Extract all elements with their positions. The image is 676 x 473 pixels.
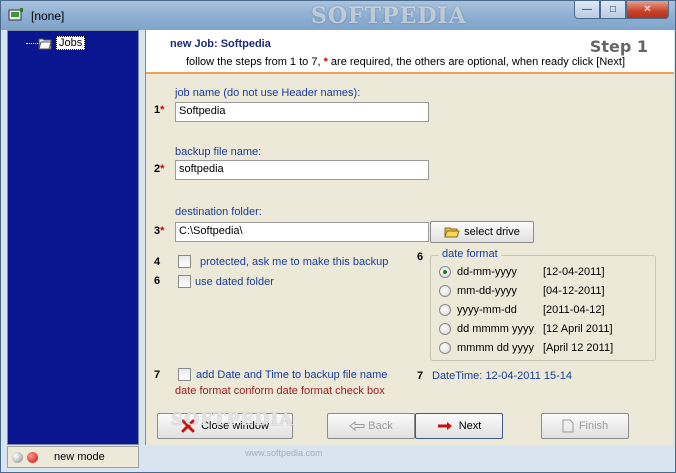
folder-icon [38, 38, 52, 49]
tree-connector [26, 43, 38, 44]
close-window-x-button[interactable]: ✕ [626, 1, 669, 19]
radio-button[interactable] [439, 304, 451, 316]
select-drive-button[interactable]: select drive [430, 221, 534, 243]
format-name: mmmm dd yyyy [457, 342, 534, 354]
step-number-3: 3* [154, 225, 164, 237]
next-button[interactable]: Next [415, 413, 503, 439]
format-example: [April 12 2011] [543, 342, 614, 354]
format-name: dd-mm-yyyy [457, 266, 517, 278]
date-format-option[interactable]: dd-mm-yyyy [12-04-2011] [439, 266, 605, 278]
format-name: yyyy-mm-dd [457, 304, 517, 316]
minimize-button[interactable]: — [574, 1, 600, 19]
close-window-button[interactable]: Close window [157, 413, 293, 439]
add-datetime-checkbox[interactable] [178, 368, 191, 381]
step-number-7: 7 [154, 369, 161, 381]
select-drive-label: select drive [464, 226, 520, 238]
back-button[interactable]: Back [327, 413, 415, 439]
step-number-4: 4 [154, 256, 161, 268]
caption-buttons: — □ ✕ [574, 1, 669, 19]
protected-checkbox[interactable] [178, 255, 191, 268]
date-format-group: date format dd-mm-yyyy [12-04-2011] mm-d… [430, 248, 656, 361]
instructions-post: are required, the others are optional, w… [330, 56, 626, 68]
application-window: [none] SOFTPEDIA — □ ✕ Jobs new Job: Sof… [0, 0, 676, 473]
destination-folder-input[interactable]: C:\Softpedia\ [175, 222, 429, 242]
maximize-button[interactable]: □ [600, 1, 626, 19]
date-format-option[interactable]: mm-dd-yyyy [04-12-2011] [439, 285, 605, 297]
instructions: follow the steps from 1 to 7, * are requ… [186, 56, 625, 68]
step-indicator: Step 1 [589, 37, 648, 56]
open-folder-icon [444, 227, 460, 237]
status-grey-icon [12, 451, 23, 463]
mode-status: new mode [54, 451, 105, 463]
step-number-7-datetime: 7 [417, 370, 424, 382]
job-name-input[interactable]: Softpedia [175, 102, 429, 122]
wizard-header: new Job: Softpedia follow the steps from… [146, 30, 674, 74]
add-datetime-label: add Date and Time to backup file name [196, 369, 388, 381]
date-format-option[interactable]: dd mmmm yyyy [12 April 2011] [439, 323, 613, 335]
title-bar[interactable]: [none] SOFTPEDIA — □ ✕ [1, 1, 675, 30]
back-label: Back [368, 420, 393, 432]
radio-button[interactable] [439, 323, 451, 335]
jobs-tree[interactable]: Jobs [7, 30, 139, 445]
protected-label: protected, ask me to make this backup [200, 256, 389, 268]
arrow-right-icon [437, 422, 452, 430]
radio-button[interactable] [439, 342, 451, 354]
status-bar: new mode [7, 446, 139, 468]
arrow-left-icon [349, 421, 365, 431]
step-number-1: 1* [154, 104, 164, 116]
format-example: [12-04-2011] [543, 266, 605, 278]
date-format-title: date format [439, 248, 501, 260]
backup-file-label: backup file name: [175, 146, 262, 158]
close-icon [181, 419, 195, 433]
date-format-option[interactable]: yyyy-mm-dd [2011-04-12] [439, 304, 605, 316]
next-label: Next [458, 420, 482, 432]
radio-button[interactable] [439, 285, 451, 297]
required-star: * [160, 225, 165, 237]
finish-label: Finish [578, 420, 609, 432]
radio-button-selected[interactable] [439, 266, 451, 278]
format-name: dd mmmm yyyy [457, 323, 534, 335]
watermark: SOFTPEDIA [311, 3, 467, 29]
finish-button[interactable]: Finish [541, 413, 629, 439]
tree-item-label: Jobs [56, 36, 86, 50]
dated-folder-checkbox[interactable] [178, 275, 191, 288]
close-window-label: Close window [201, 420, 269, 432]
required-star: * [160, 104, 165, 116]
step-number-6: 6 [154, 275, 161, 287]
format-example: [2011-04-12] [543, 304, 605, 316]
window-title: [none] [31, 9, 65, 23]
status-red-icon [27, 451, 38, 463]
format-example: [12 April 2011] [543, 323, 613, 335]
watermark-url: www.softpedia.com [245, 448, 323, 458]
required-star: * [323, 56, 328, 68]
tree-background: Jobs [8, 31, 138, 444]
instructions-pre: follow the steps from 1 to 7, [186, 56, 321, 68]
format-example: [04-12-2011] [543, 285, 605, 297]
date-format-option[interactable]: mmmm dd yyyy [April 12 2011] [439, 342, 613, 354]
destination-folder-label: destination folder: [175, 206, 262, 218]
document-icon [562, 419, 574, 433]
step-number-6-date: 6 [417, 251, 424, 263]
step-number-2: 2* [154, 163, 164, 175]
job-name-label: job name (do not use Header names): [175, 87, 361, 99]
backup-file-input[interactable]: softpedia [175, 160, 429, 180]
app-icon [8, 8, 23, 21]
datetime-readout: DateTime: 12-04-2011 15-14 [432, 370, 573, 382]
format-name: mm-dd-yyyy [457, 285, 517, 297]
wizard-panel: new Job: Softpedia follow the steps from… [145, 30, 674, 445]
dated-folder-label: use dated folder [195, 276, 274, 288]
job-title: new Job: Softpedia [170, 38, 271, 50]
tree-item-jobs[interactable]: Jobs [38, 35, 86, 51]
date-format-note: date format conform date format check bo… [175, 385, 385, 397]
required-star: * [160, 163, 165, 175]
